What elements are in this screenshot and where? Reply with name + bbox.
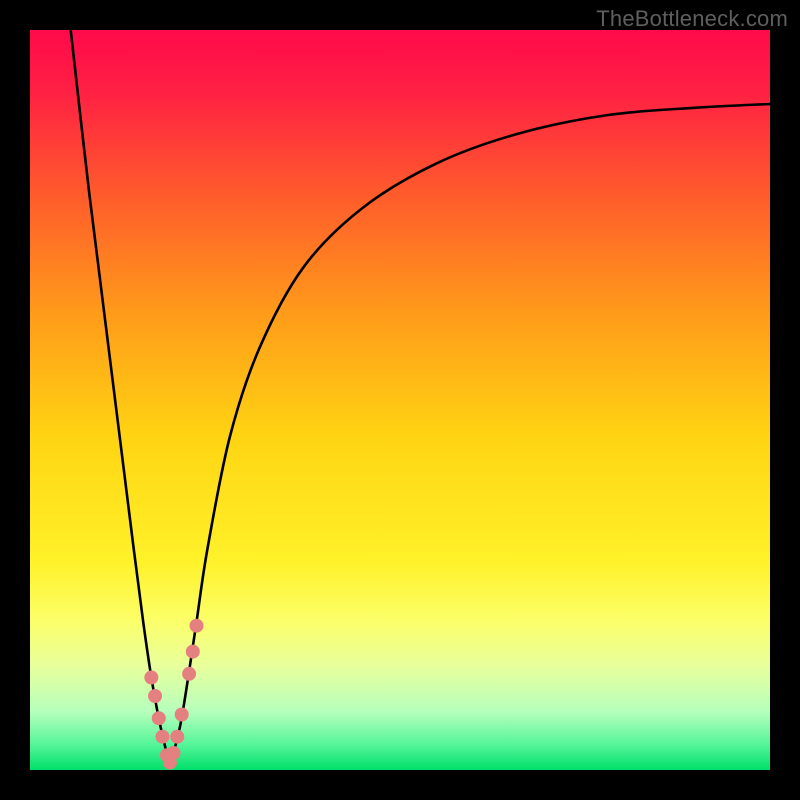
marker-dot bbox=[148, 689, 162, 703]
marker-dot bbox=[186, 645, 200, 659]
marker-dot bbox=[182, 667, 196, 681]
plot-area bbox=[30, 30, 770, 770]
marker-dot bbox=[170, 730, 184, 744]
marker-dot bbox=[144, 671, 158, 685]
watermark-text: TheBottleneck.com bbox=[596, 6, 788, 32]
bottleneck-curve bbox=[71, 30, 770, 763]
marker-dot bbox=[167, 746, 181, 760]
marker-dot bbox=[190, 619, 204, 633]
chart-frame: TheBottleneck.com bbox=[0, 0, 800, 800]
curve-layer bbox=[30, 30, 770, 770]
marker-dot bbox=[155, 730, 169, 744]
marker-dot bbox=[152, 711, 166, 725]
marker-dot bbox=[175, 708, 189, 722]
